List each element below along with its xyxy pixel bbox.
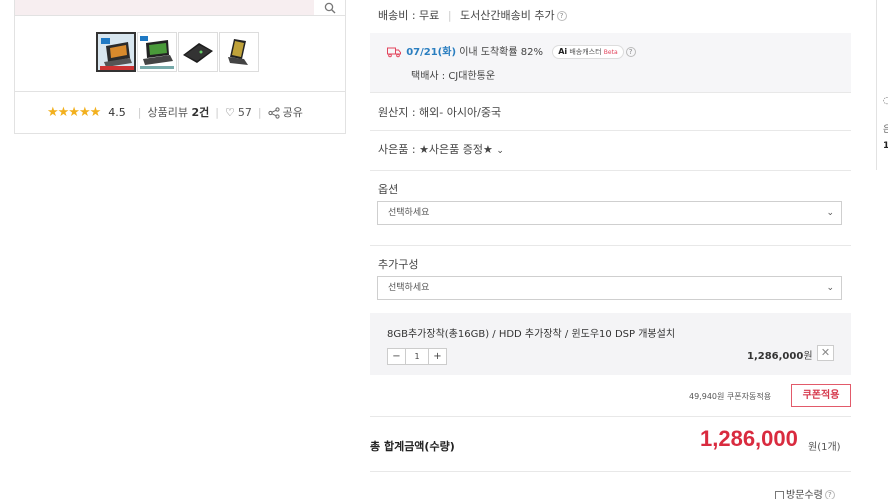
heart-icon: ♡	[224, 105, 235, 119]
laptop-thumbnail-image	[179, 33, 217, 71]
shipping-fee-label: 배송비 : 무료	[378, 9, 440, 22]
remove-option-button[interactable]: ✕	[817, 345, 834, 361]
arrival-estimate-row: 07/21(화) 이내 도착확률 82% Ai 배송캐스터 Beta?	[387, 43, 636, 59]
product-gallery-panel: ★★★★★ 4.5 | 상품리뷰 2건 | ♡ 57 | 공유	[14, 0, 346, 134]
selected-option-box	[370, 313, 851, 375]
divider	[370, 416, 851, 417]
thumbnail-4[interactable]	[219, 32, 259, 72]
laptop-thumbnail-image	[138, 33, 176, 71]
divider	[370, 245, 851, 246]
courier-row: 택배사 : CJ대한통운	[411, 71, 496, 82]
total-label: 총 합계금액(수량)	[370, 440, 455, 453]
total-price: 1,286,000	[700, 426, 798, 451]
separator: |	[447, 9, 452, 22]
share-label: 공유	[282, 106, 303, 119]
laptop-thumbnail-image	[98, 34, 134, 70]
divider	[370, 130, 851, 131]
gift-label: 사은품 :	[378, 143, 416, 156]
separator: |	[215, 105, 219, 119]
zoom-search-button[interactable]	[314, 0, 345, 16]
chevron-down-icon: ⌄	[496, 146, 504, 156]
ai-label: Ai	[558, 47, 568, 56]
thumbnail-2[interactable]	[137, 32, 177, 72]
rating-score: 4.5	[108, 105, 126, 119]
chevron-down-icon: ⌄	[826, 283, 834, 293]
laptop-thumbnail-image	[220, 33, 258, 71]
thumbnail-1[interactable]	[96, 32, 136, 72]
addon-select[interactable]: 선택하세요 ⌄	[377, 276, 842, 300]
selected-option-name: 8GB추가장착(총16GB) / HDD 추가장착 / 윈도우10 DSP 개봉…	[387, 329, 676, 340]
selected-option-price: 1,286,000	[747, 351, 804, 362]
shipping-fee-row: 배송비 : 무료 | 도서산간배송비 추가?	[378, 7, 567, 23]
selected-option-price-row: 1,286,000원	[747, 347, 813, 362]
review-label: 상품리뷰	[147, 106, 188, 119]
share-button[interactable]: 공유	[267, 104, 303, 120]
gift-row[interactable]: 사은품 : ★사은품 증정★ ⌄	[378, 141, 504, 157]
close-icon: ✕	[820, 346, 831, 359]
side-panel-number: 1	[883, 141, 888, 151]
remote-area-note: 도서산간배송비 추가	[460, 9, 555, 22]
coupon-auto-text: 49,940원 쿠폰자동적용	[689, 392, 772, 401]
visit-pickup-option[interactable]: 방문수령?	[775, 486, 835, 499]
visit-pickup-label: 방문수령	[786, 490, 823, 499]
origin-row: 원산지 : 해외- 아시아/중국	[378, 106, 502, 119]
review-link[interactable]: 상품리뷰 2건	[148, 104, 210, 120]
truck-icon	[387, 47, 401, 57]
gift-value: ★사은품 증정★	[419, 143, 493, 156]
coupon-apply-button[interactable]: 쿠폰적용	[791, 384, 851, 407]
like-button[interactable]: ♡ 57	[225, 106, 252, 119]
increase-button[interactable]: +	[429, 349, 446, 364]
ai-badge-text: 배송캐스터	[569, 48, 602, 56]
divider	[15, 91, 345, 92]
option-select[interactable]: 선택하세요 ⌄	[377, 201, 842, 225]
thumbnail-list	[96, 32, 260, 72]
option-select-placeholder: 선택하세요	[388, 208, 430, 218]
quantity-stepper: − 1 +	[387, 348, 447, 365]
beta-tag: Beta	[603, 49, 618, 56]
side-panel-icon: ◌	[883, 96, 888, 106]
help-icon[interactable]: ?	[556, 11, 567, 21]
arrival-date: 07/21(화)	[406, 47, 457, 58]
thumbnail-3[interactable]	[178, 32, 218, 72]
share-icon	[267, 107, 280, 119]
quantity-input[interactable]: 1	[405, 349, 429, 364]
price-unit: 원	[803, 351, 813, 362]
visit-pickup-checkbox[interactable]	[775, 490, 784, 499]
total-unit: 원(1개)	[808, 442, 841, 453]
separator: |	[257, 105, 262, 119]
gallery-top-strip	[15, 0, 315, 16]
separator: |	[137, 105, 142, 119]
decrease-button[interactable]: −	[388, 349, 405, 364]
ai-delivery-caster-badge[interactable]: Ai 배송캐스터 Beta	[552, 45, 624, 59]
arrival-probability: 이내 도착확률 82%	[459, 47, 543, 58]
divider	[370, 170, 851, 171]
addon-label: 추가구성	[378, 258, 419, 271]
star-rating-icon: ★★★★★	[47, 104, 101, 120]
addon-select-placeholder: 선택하세요	[388, 283, 430, 293]
help-icon[interactable]: ?	[824, 490, 835, 499]
side-panel-edge: ◌ 은 1	[876, 0, 888, 170]
help-icon[interactable]: ?	[625, 47, 636, 57]
like-count: 57	[237, 105, 252, 119]
magnifier-icon	[324, 2, 335, 13]
chevron-down-icon: ⌄	[826, 208, 834, 218]
option-label: 옵션	[378, 183, 399, 196]
divider	[370, 92, 851, 93]
side-panel-text: 은	[883, 125, 888, 135]
rating-row: ★★★★★ 4.5 | 상품리뷰 2건 | ♡ 57 | 공유	[47, 104, 303, 120]
divider	[370, 471, 851, 472]
review-count: 2건	[191, 106, 210, 119]
delivery-estimate-box	[370, 33, 851, 92]
